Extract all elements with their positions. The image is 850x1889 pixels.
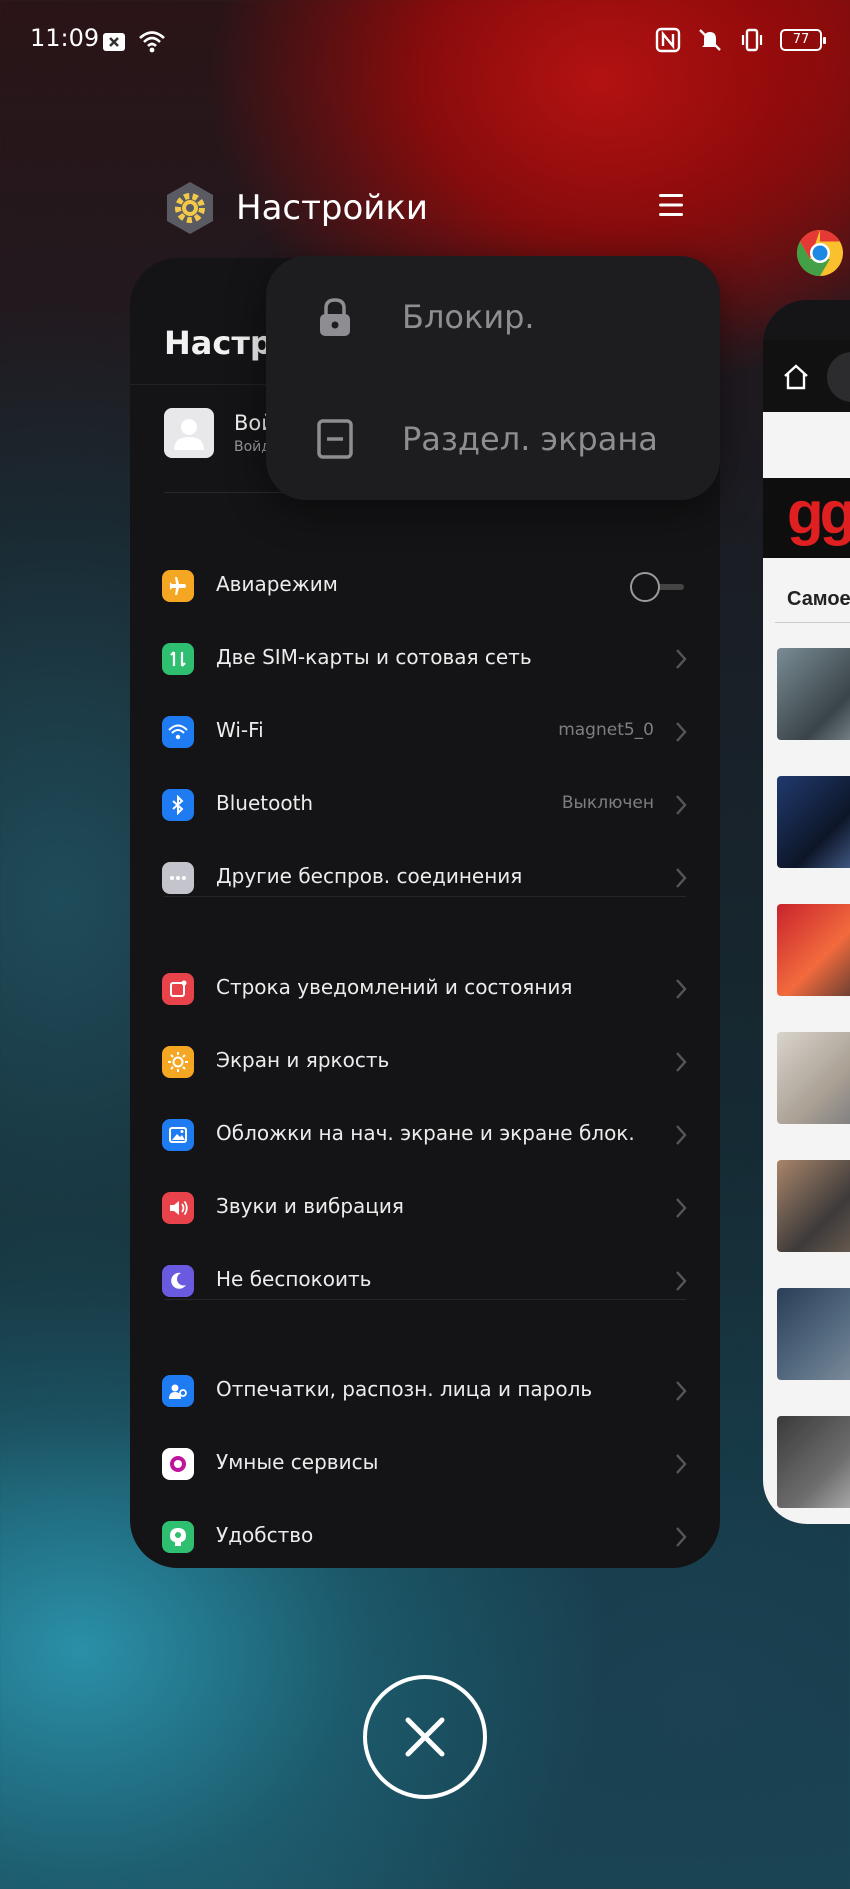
settings-item-label: Bluetooth	[216, 791, 314, 815]
status-bar: 11:09 77	[0, 0, 850, 84]
user-silhouette-icon	[174, 419, 204, 450]
airplane-toggle[interactable]	[630, 572, 686, 602]
settings-item-do-not-disturb[interactable]: Не беспокоить	[130, 1245, 720, 1317]
chevron-right-icon	[676, 722, 687, 742]
settings-item-label: Отпечатки, распозн. лица и пароль	[216, 1377, 593, 1401]
more-icon	[162, 862, 194, 894]
settings-item-label: Экран и яркость	[216, 1048, 390, 1072]
close-all-button[interactable]	[363, 1675, 487, 1799]
battery-icon: 77	[780, 29, 826, 51]
settings-item-sounds[interactable]: Звуки и вибрация	[130, 1172, 720, 1244]
section-heading: Самое	[787, 588, 850, 610]
article-thumbnail[interactable]	[777, 1288, 850, 1380]
status-time: 11:09	[30, 24, 100, 52]
convenience-icon	[162, 1521, 194, 1553]
wallpaper-icon	[162, 1119, 194, 1151]
settings-item-label: Две SIM-карты и сотовая сеть	[216, 645, 532, 669]
account-row[interactable]: Вой Войд	[164, 408, 275, 458]
chevron-right-icon	[676, 1527, 687, 1547]
wifi-status-icon	[139, 31, 165, 53]
chevron-right-icon	[676, 979, 687, 999]
recent-app-menu: Блокир. Раздел. экрана	[266, 256, 720, 500]
settings-item-airplane[interactable]: Авиарежим	[130, 550, 720, 622]
sim-icon	[162, 643, 194, 675]
chevron-right-icon	[676, 1454, 687, 1474]
settings-item-label: Другие беспров. соединения	[216, 864, 523, 888]
airplane-icon	[162, 570, 194, 602]
settings-item-display[interactable]: Экран и яркость	[130, 1026, 720, 1098]
chevron-right-icon	[676, 1125, 687, 1145]
settings-item-label: Умные сервисы	[216, 1450, 379, 1474]
settings-item-sim[interactable]: Две SIM-карты и сотовая сеть	[130, 623, 720, 695]
chevron-right-icon	[676, 649, 687, 669]
settings-item-wifi[interactable]: Wi-Fi magnet5_0	[130, 696, 720, 768]
lock-app-label: Блокир.	[402, 298, 535, 336]
recent-app-header[interactable]: Настройки	[162, 180, 428, 236]
settings-item-convenience[interactable]: Удобство	[130, 1501, 720, 1568]
chrome-app-icon[interactable]	[796, 229, 844, 277]
notification-dismissed-icon	[103, 33, 125, 51]
chevron-right-icon	[676, 1052, 687, 1072]
chevron-right-icon	[676, 795, 687, 815]
article-thumbnail[interactable]	[777, 1160, 850, 1252]
bluetooth-status-value: Выключен	[561, 793, 654, 813]
moon-icon	[162, 1265, 194, 1297]
settings-item-label: Авиарежим	[216, 572, 338, 596]
smart-services-icon	[162, 1448, 194, 1480]
divider	[164, 1299, 686, 1300]
settings-item-label: Строка уведомлений и состояния	[216, 975, 573, 999]
settings-item-label: Звуки и вибрация	[216, 1194, 404, 1218]
article-thumbnail[interactable]	[777, 904, 850, 996]
chevron-right-icon	[676, 1271, 687, 1291]
settings-item-label: Не беспокоить	[216, 1267, 372, 1291]
settings-item-label: Wi-Fi	[216, 718, 264, 742]
chevron-right-icon	[676, 868, 687, 888]
home-icon[interactable]	[781, 362, 811, 392]
mute-icon	[699, 29, 721, 51]
bluetooth-icon	[162, 789, 194, 821]
wifi-network-value: magnet5_0	[558, 720, 654, 740]
settings-item-wallpapers[interactable]: Обложки на нач. экране и экране блок.	[130, 1099, 720, 1171]
recent-app-title: Настройки	[236, 188, 429, 228]
nfc-icon	[655, 27, 681, 53]
lock-app-button[interactable]: Блокир.	[266, 256, 720, 376]
avatar	[164, 408, 214, 458]
article-thumbnail[interactable]	[777, 776, 850, 868]
article-thumbnail[interactable]	[777, 648, 850, 740]
split-screen-button[interactable]: Раздел. экрана	[266, 378, 720, 498]
menu-icon[interactable]	[656, 190, 686, 220]
chevron-right-icon	[676, 1198, 687, 1218]
lock-icon	[320, 298, 350, 336]
divider	[775, 622, 850, 623]
settings-item-other-wireless[interactable]: Другие беспров. соединения	[130, 842, 720, 914]
wifi-icon	[162, 716, 194, 748]
brightness-icon	[162, 1046, 194, 1078]
settings-item-label: Обложки на нач. экране и экране блок.	[216, 1121, 635, 1145]
settings-item-smart-services[interactable]: Умные сервисы	[130, 1428, 720, 1500]
site-logo: gg	[787, 479, 850, 546]
split-screen-label: Раздел. экрана	[402, 420, 658, 458]
browser-app-card[interactable]: gg Самое	[763, 300, 850, 1524]
settings-app-icon	[167, 182, 213, 234]
settings-item-notification-bar[interactable]: Строка уведомлений и состояния	[130, 953, 720, 1025]
settings-item-biometrics[interactable]: Отпечатки, распозн. лица и пароль	[130, 1355, 720, 1427]
close-icon	[405, 1717, 445, 1757]
chevron-right-icon	[676, 1381, 687, 1401]
divider	[164, 896, 686, 897]
article-thumbnail[interactable]	[777, 1032, 850, 1124]
sound-icon	[162, 1192, 194, 1224]
article-thumbnail[interactable]	[777, 1416, 850, 1508]
settings-item-label: Удобство	[216, 1523, 314, 1547]
settings-item-bluetooth[interactable]: Bluetooth Выключен	[130, 769, 720, 841]
notification-icon	[162, 973, 194, 1005]
face-id-icon	[162, 1375, 194, 1407]
vibrate-icon	[741, 28, 763, 52]
split-screen-icon	[317, 419, 353, 459]
